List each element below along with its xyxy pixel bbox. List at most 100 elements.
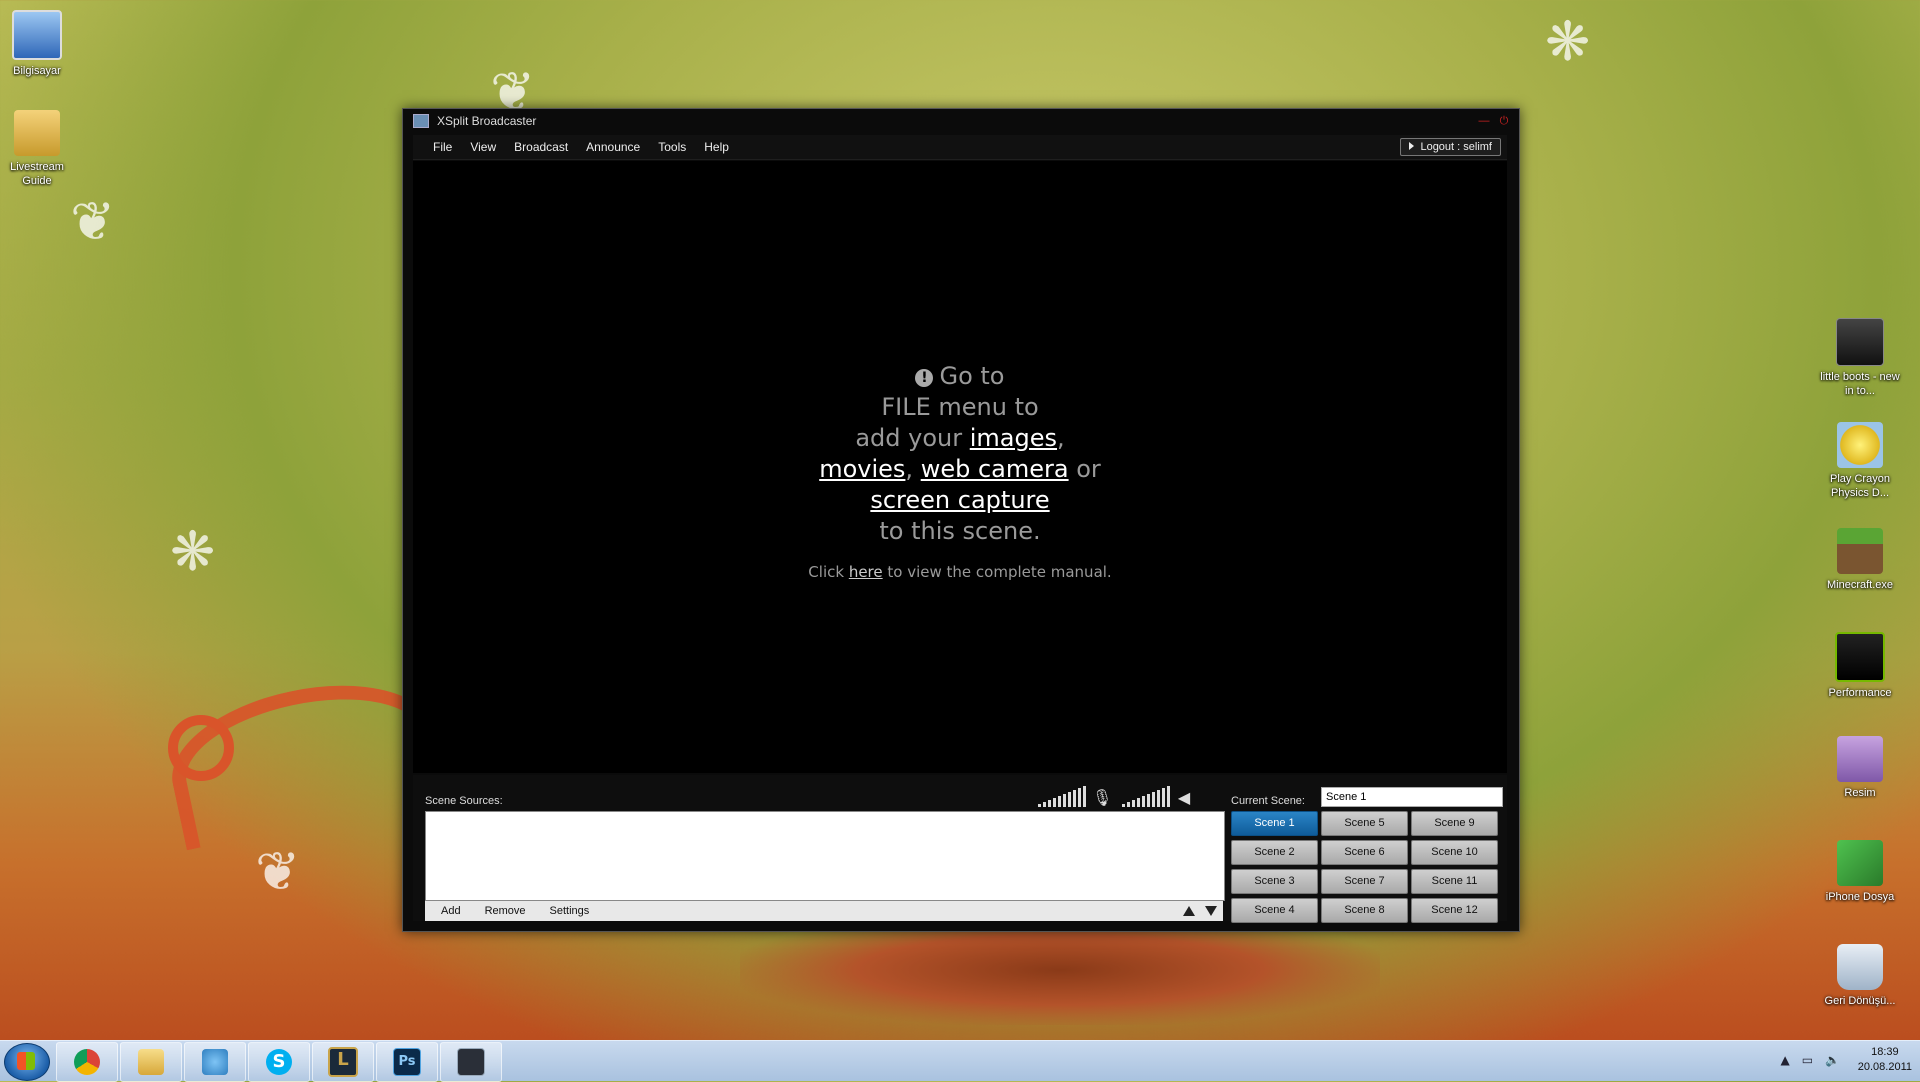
current-scene-label: Current Scene: xyxy=(1231,795,1305,807)
scene-button-10[interactable]: Scene 10 xyxy=(1411,840,1498,865)
taskbar-chrome[interactable] xyxy=(56,1042,118,1082)
movies-link[interactable]: movies xyxy=(819,455,905,483)
album-icon xyxy=(1836,318,1884,366)
images-link[interactable]: images xyxy=(970,424,1057,452)
logout-button[interactable]: Logout : selimf xyxy=(1400,138,1501,156)
scene-button-7[interactable]: Scene 7 xyxy=(1321,869,1408,894)
show-hidden-icons-icon[interactable]: ▲ xyxy=(1780,1053,1789,1067)
desktop-icon-performance[interactable]: Performance xyxy=(1818,632,1902,700)
menu-tools[interactable]: Tools xyxy=(649,140,695,154)
desktop-icon-label: Geri Dönüşü... xyxy=(1824,995,1896,1007)
explorer-icon xyxy=(138,1049,164,1075)
start-button[interactable] xyxy=(4,1043,50,1081)
scene-button-6[interactable]: Scene 6 xyxy=(1321,840,1408,865)
scene-grid: Scene 1 Scene 5 Scene 9 Scene 2 Scene 6 … xyxy=(1231,811,1498,923)
info-icon: ! xyxy=(915,369,934,387)
power-close-icon[interactable]: ⏻ xyxy=(1497,115,1511,127)
message-line: to this scene. xyxy=(879,517,1041,545)
scene-button-2[interactable]: Scene 2 xyxy=(1231,840,1318,865)
menu-help[interactable]: Help xyxy=(695,140,738,154)
taskbar-skype[interactable]: S xyxy=(248,1042,310,1082)
add-source-button[interactable]: Add xyxy=(425,905,473,917)
desktop-icon-label: iPhone Dosya xyxy=(1825,891,1895,903)
manual-text: to view the complete manual. xyxy=(882,563,1112,581)
scene-button-12[interactable]: Scene 12 xyxy=(1411,898,1498,923)
scene-button-1[interactable]: Scene 1 xyxy=(1231,811,1318,836)
star-icon xyxy=(1837,422,1883,468)
speaker-icon[interactable]: ◀ xyxy=(1176,788,1192,807)
desktop-icon-label: Bilgisayar xyxy=(13,65,61,77)
current-scene-input[interactable]: Scene 1 xyxy=(1321,787,1503,807)
title-bar[interactable]: XSplit Broadcaster — ⏻ xyxy=(403,109,1519,133)
move-up-icon[interactable] xyxy=(1183,906,1195,916)
desktop-icon-label: Minecraft.exe xyxy=(1826,579,1894,591)
mic-level-bars[interactable] xyxy=(1038,785,1086,807)
desktop-icon-minecraft[interactable]: Minecraft.exe xyxy=(1818,528,1902,592)
empty-scene-message: ! Go to FILE menu to add your images, mov… xyxy=(413,361,1507,588)
xsplit-icon xyxy=(457,1048,485,1076)
clock[interactable]: 18:39 20.08.2011 xyxy=(1858,1045,1912,1075)
message-line: Go to xyxy=(939,362,1005,390)
desktop-icon-iphone-dosya[interactable]: iPhone Dosya xyxy=(1818,840,1902,904)
menu-bar: File View Broadcast Announce Tools Help … xyxy=(413,135,1507,160)
clock-time: 18:39 xyxy=(1871,1046,1899,1058)
scene-button-11[interactable]: Scene 11 xyxy=(1411,869,1498,894)
nvidia-icon xyxy=(1835,632,1885,682)
league-icon: L xyxy=(328,1047,358,1077)
desktop-icon-label: Play Crayon Physics D... xyxy=(1830,473,1890,499)
computer-icon xyxy=(12,10,62,60)
app-icon xyxy=(413,114,429,128)
desktop-icon-recycle-bin[interactable]: Geri Dönüşü... xyxy=(1818,944,1902,1008)
scene-button-4[interactable]: Scene 4 xyxy=(1231,898,1318,923)
menu-view[interactable]: View xyxy=(461,140,505,154)
transfer-icon xyxy=(1837,840,1883,886)
logout-label: Logout : selimf xyxy=(1420,141,1492,153)
scene-button-5[interactable]: Scene 5 xyxy=(1321,811,1408,836)
taskbar-league[interactable]: L xyxy=(312,1042,374,1082)
desktop-icon-computer[interactable]: Bilgisayar xyxy=(0,10,79,78)
desktop-icon-label: Resim xyxy=(1844,787,1876,799)
desktop-icon-label: Performance xyxy=(1828,687,1892,699)
clock-date: 20.08.2011 xyxy=(1857,1061,1912,1073)
taskbar-explorer[interactable] xyxy=(120,1042,182,1082)
manual-link[interactable]: here xyxy=(849,563,883,581)
taskbar-xsplit[interactable] xyxy=(440,1042,502,1082)
remove-source-button[interactable]: Remove xyxy=(473,905,538,917)
taskbar-contacts[interactable] xyxy=(184,1042,246,1082)
source-settings-button[interactable]: Settings xyxy=(538,905,602,917)
audio-meters: 🎙 ◀ xyxy=(1038,785,1192,807)
folder-icon xyxy=(14,110,60,156)
speaker-level-bars[interactable] xyxy=(1122,785,1170,807)
move-down-icon[interactable] xyxy=(1205,906,1217,916)
punctuation: , xyxy=(1057,424,1065,452)
minimize-icon[interactable]: — xyxy=(1477,115,1491,127)
menu-broadcast[interactable]: Broadcast xyxy=(505,140,577,154)
scene-preview[interactable]: ! Go to FILE menu to add your images, mov… xyxy=(413,161,1507,773)
taskbar: S L Ps ▲ ▭ 🔈 18:39 20.08.2011 xyxy=(0,1040,1920,1082)
scene-button-8[interactable]: Scene 8 xyxy=(1321,898,1408,923)
xsplit-window: XSplit Broadcaster — ⏻ File View Broadca… xyxy=(402,108,1520,932)
desktop-icon-resim[interactable]: Resim xyxy=(1818,736,1902,800)
desktop-icon-label: little boots - new in to... xyxy=(1820,371,1900,397)
floppy-icon xyxy=(1837,736,1883,782)
desktop-icon-little-boots[interactable]: little boots - new in to... xyxy=(1818,318,1902,398)
desktop-icon-livestream-guide[interactable]: Livestream Guide xyxy=(0,110,79,188)
menu-announce[interactable]: Announce xyxy=(577,140,649,154)
web-camera-link[interactable]: web camera xyxy=(921,455,1069,483)
punctuation: , xyxy=(905,455,921,483)
microphone-icon[interactable]: 🎙 xyxy=(1092,788,1112,807)
volume-icon[interactable]: 🔈 xyxy=(1825,1053,1840,1067)
scene-button-3[interactable]: Scene 3 xyxy=(1231,869,1318,894)
screen-capture-link[interactable]: screen capture xyxy=(870,486,1049,514)
taskbar-photoshop[interactable]: Ps xyxy=(376,1042,438,1082)
grass-block-icon xyxy=(1837,528,1883,574)
desktop-icon-crayon-physics[interactable]: Play Crayon Physics D... xyxy=(1818,422,1902,500)
scene-button-9[interactable]: Scene 9 xyxy=(1411,811,1498,836)
menu-file[interactable]: File xyxy=(413,140,461,154)
network-icon[interactable]: ▭ xyxy=(1802,1053,1813,1067)
desktop-icon-label: Livestream Guide xyxy=(10,161,64,187)
recycle-bin-icon xyxy=(1837,944,1883,990)
scene-sources-label: Scene Sources: xyxy=(425,795,503,807)
butterfly-decoration: ❋ xyxy=(1545,10,1591,73)
scene-sources-list[interactable] xyxy=(425,811,1225,901)
